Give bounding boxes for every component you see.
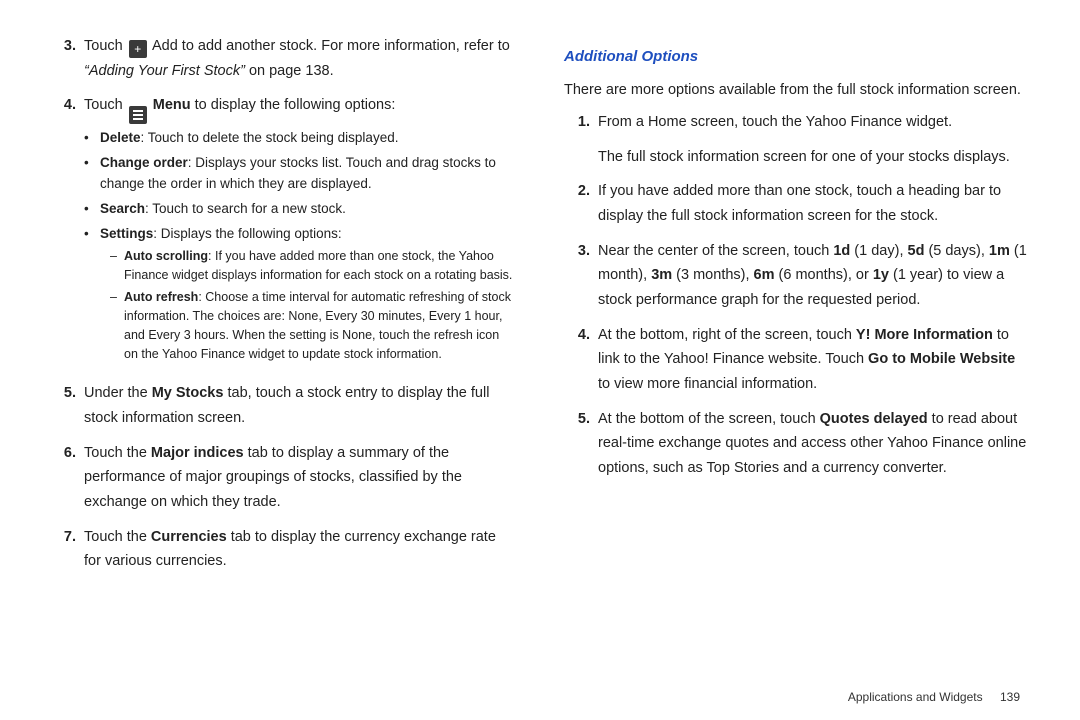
section-heading: Additional Options bbox=[564, 44, 1030, 70]
dash-item: –Auto refresh: Choose a time interval fo… bbox=[110, 288, 516, 363]
left-column: 3.Touch + Add to add another stock. For … bbox=[50, 34, 540, 700]
list-item: 7.Touch the Currencies tab to display th… bbox=[50, 525, 516, 574]
list-item: 4.At the bottom, right of the screen, to… bbox=[564, 323, 1030, 397]
list-number: 4. bbox=[564, 323, 598, 397]
bullet-body: Delete: Touch to delete the stock being … bbox=[100, 128, 516, 149]
list-number: 2. bbox=[564, 179, 598, 228]
list-body: At the bottom of the screen, touch Quote… bbox=[598, 407, 1030, 481]
list-body: Touch + Add to add another stock. For mo… bbox=[84, 34, 516, 83]
menu-icon bbox=[129, 106, 147, 124]
footer-section: Applications and Widgets bbox=[848, 690, 983, 704]
bullet-dot: • bbox=[84, 128, 100, 149]
bullet-dot: • bbox=[84, 153, 100, 195]
list-body: If you have added more than one stock, t… bbox=[598, 179, 1030, 228]
dash-body: Auto scrolling: If you have added more t… bbox=[124, 247, 516, 285]
bullet-item: •Change order: Displays your stocks list… bbox=[84, 153, 516, 195]
list-body: Touch Menu to display the following opti… bbox=[84, 93, 516, 371]
list-body: From a Home screen, touch the Yahoo Fina… bbox=[598, 110, 1030, 169]
list-item: 1.From a Home screen, touch the Yahoo Fi… bbox=[564, 110, 1030, 169]
bullet-dot: • bbox=[84, 224, 100, 367]
page: 3.Touch + Add to add another stock. For … bbox=[0, 0, 1080, 720]
list-item: 5.Under the My Stocks tab, touch a stock… bbox=[50, 381, 516, 430]
list-number: 7. bbox=[50, 525, 84, 574]
section-intro: There are more options available from th… bbox=[564, 78, 1030, 103]
dash-mark: – bbox=[110, 288, 124, 363]
list-item: 3.Near the center of the screen, touch 1… bbox=[564, 239, 1030, 313]
bullet-dot: • bbox=[84, 199, 100, 220]
list-number: 1. bbox=[564, 110, 598, 169]
list-item: 6.Touch the Major indices tab to display… bbox=[50, 441, 516, 515]
list-body: Near the center of the screen, touch 1d … bbox=[598, 239, 1030, 313]
dash-mark: – bbox=[110, 247, 124, 285]
list-number: 5. bbox=[50, 381, 84, 430]
bullet-item: •Settings: Displays the following option… bbox=[84, 224, 516, 367]
list-number: 5. bbox=[564, 407, 598, 481]
list-item: 4.Touch Menu to display the following op… bbox=[50, 93, 516, 371]
list-body: At the bottom, right of the screen, touc… bbox=[598, 323, 1030, 397]
list-item: 2.If you have added more than one stock,… bbox=[564, 179, 1030, 228]
list-number: 6. bbox=[50, 441, 84, 515]
list-body: Touch the Currencies tab to display the … bbox=[84, 525, 516, 574]
list-number: 3. bbox=[50, 34, 84, 83]
bullet-body: Change order: Displays your stocks list.… bbox=[100, 153, 516, 195]
bullet-body: Settings: Displays the following options… bbox=[100, 224, 516, 367]
bullet-item: •Search: Touch to search for a new stock… bbox=[84, 199, 516, 220]
list-body: Under the My Stocks tab, touch a stock e… bbox=[84, 381, 516, 430]
list-number: 4. bbox=[50, 93, 84, 371]
dash-item: –Auto scrolling: If you have added more … bbox=[110, 247, 516, 285]
bullet-list: •Delete: Touch to delete the stock being… bbox=[84, 128, 516, 367]
bullet-body: Search: Touch to search for a new stock. bbox=[100, 199, 516, 220]
footer: Applications and Widgets 139 bbox=[848, 690, 1020, 704]
list-item: 5.At the bottom of the screen, touch Quo… bbox=[564, 407, 1030, 481]
dash-list: –Auto scrolling: If you have added more … bbox=[100, 247, 516, 364]
list-item: 3.Touch + Add to add another stock. For … bbox=[50, 34, 516, 83]
dash-body: Auto refresh: Choose a time interval for… bbox=[124, 288, 516, 363]
list-number: 3. bbox=[564, 239, 598, 313]
footer-page: 139 bbox=[1000, 690, 1020, 704]
right-column: Additional Options There are more options… bbox=[540, 34, 1030, 700]
plus-icon: + bbox=[129, 40, 147, 58]
bullet-item: •Delete: Touch to delete the stock being… bbox=[84, 128, 516, 149]
list-body: Touch the Major indices tab to display a… bbox=[84, 441, 516, 515]
